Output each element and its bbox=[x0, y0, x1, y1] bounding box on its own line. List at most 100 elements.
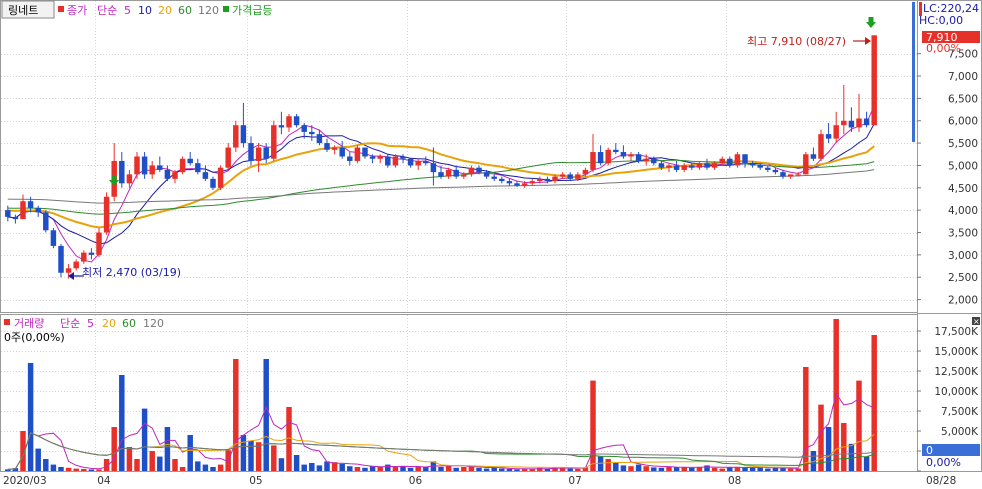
candle-body bbox=[856, 118, 862, 128]
volume-bar bbox=[263, 359, 269, 471]
candle-body bbox=[552, 176, 558, 182]
candle-body bbox=[666, 165, 672, 168]
price-ma10-legend: 10 bbox=[138, 4, 152, 17]
volume-tick-label: 5,000K bbox=[941, 426, 979, 438]
volume-bar bbox=[575, 469, 581, 471]
volume-bar bbox=[818, 404, 824, 471]
volume-bar bbox=[141, 408, 148, 471]
volume-bar bbox=[324, 461, 330, 471]
candle-body bbox=[810, 154, 817, 159]
price-tick-label: 2,000 bbox=[948, 295, 978, 307]
candle-body bbox=[210, 178, 216, 188]
signal-arrow-icon bbox=[866, 17, 876, 28]
candle-body bbox=[20, 201, 26, 220]
volume-bar bbox=[202, 464, 209, 471]
volume-bar bbox=[96, 469, 102, 471]
volume-bar bbox=[43, 459, 49, 471]
volume-ma120-legend: 120 bbox=[143, 317, 164, 330]
price-tick-label: 5,000 bbox=[948, 160, 978, 172]
candle-body bbox=[506, 181, 513, 184]
candle-body bbox=[818, 134, 824, 159]
volume-bar bbox=[172, 459, 178, 471]
volume-ma-label: 단순 bbox=[60, 317, 80, 330]
candle-body bbox=[757, 165, 763, 168]
date-tick-label: 08 bbox=[728, 475, 741, 487]
candle-body bbox=[50, 230, 57, 246]
candle-body bbox=[620, 152, 627, 157]
volume-bar bbox=[278, 458, 285, 471]
candle-body bbox=[438, 172, 444, 177]
candle-body bbox=[491, 176, 497, 179]
volume-bar bbox=[514, 469, 520, 471]
price-tick-label: 3,500 bbox=[948, 228, 978, 240]
right-scroll-indicator[interactable] bbox=[912, 2, 915, 142]
date-tick-label: 05 bbox=[249, 475, 262, 487]
volume-bar bbox=[210, 467, 216, 471]
candle-body bbox=[415, 160, 421, 166]
volume-bar bbox=[58, 467, 64, 471]
volume-bar bbox=[73, 468, 79, 471]
candle-body bbox=[331, 147, 338, 150]
volume-bar bbox=[445, 465, 452, 471]
volume-bar bbox=[848, 443, 855, 471]
candle-body bbox=[88, 252, 95, 255]
volume-bar bbox=[400, 466, 406, 471]
price-ma120-legend: 120 bbox=[198, 4, 219, 17]
price-axis: 2,000 2,500 3,000 3,500 4,000 4,500 5,000 5,500… bbox=[917, 49, 978, 307]
volume-bar bbox=[377, 467, 383, 471]
candle-body bbox=[324, 143, 330, 150]
candle-body bbox=[734, 154, 741, 166]
candle-body bbox=[164, 169, 171, 179]
volume-bar bbox=[483, 468, 490, 471]
candle-body bbox=[749, 163, 756, 166]
close-legend-swatch bbox=[58, 6, 64, 12]
volume-tick-label: 10,000K bbox=[934, 386, 979, 398]
candle-body bbox=[445, 169, 452, 177]
candle-body bbox=[347, 156, 353, 161]
candle-body bbox=[635, 154, 642, 161]
candle-body bbox=[719, 158, 725, 164]
candle-body bbox=[187, 158, 193, 164]
candle-body bbox=[514, 183, 520, 186]
candle-body bbox=[567, 174, 573, 179]
volume-close-glyph: × bbox=[973, 317, 980, 326]
candle-body bbox=[597, 152, 604, 164]
candle-body bbox=[225, 147, 231, 168]
volume-pct: 0,00% bbox=[926, 456, 961, 469]
candle-body bbox=[803, 154, 809, 175]
volume-bar bbox=[187, 435, 193, 471]
candle-body bbox=[316, 134, 323, 144]
volume-bar bbox=[787, 468, 794, 471]
candle-body bbox=[81, 252, 87, 262]
candle-body bbox=[149, 165, 155, 175]
price-tick-label: 6,000 bbox=[948, 116, 978, 128]
candle-body bbox=[742, 154, 748, 164]
volume-panel-frame bbox=[0, 314, 918, 472]
candle-body bbox=[825, 134, 832, 139]
candle-body bbox=[575, 174, 581, 179]
volume-bar bbox=[81, 469, 87, 471]
high-annotation: 최고 7,910 (08/27) bbox=[747, 35, 846, 48]
candle-body bbox=[590, 152, 596, 170]
candle-body bbox=[65, 268, 72, 273]
volume-bar bbox=[119, 375, 125, 471]
candle-body bbox=[141, 156, 148, 175]
low-annotation: 최저 2,470 (03/19) bbox=[82, 266, 181, 279]
candle-body bbox=[848, 120, 855, 128]
candle-body bbox=[157, 165, 163, 170]
candle-body bbox=[217, 167, 224, 188]
candle-body bbox=[651, 158, 657, 164]
volume-status: 0주(0,00%) bbox=[4, 331, 65, 344]
volume-bar bbox=[126, 447, 133, 471]
volume-bar bbox=[635, 464, 642, 471]
candle-body bbox=[537, 178, 543, 182]
candle-body bbox=[689, 165, 695, 168]
candle-body bbox=[529, 181, 535, 184]
volume-bar bbox=[134, 459, 140, 471]
candle-body bbox=[301, 125, 307, 132]
candle-body bbox=[727, 158, 733, 166]
price-moving-averages bbox=[7, 105, 875, 263]
volume-bar bbox=[248, 440, 254, 471]
stock-name[interactable]: 링네트 bbox=[8, 4, 38, 17]
candle-body bbox=[765, 167, 771, 170]
